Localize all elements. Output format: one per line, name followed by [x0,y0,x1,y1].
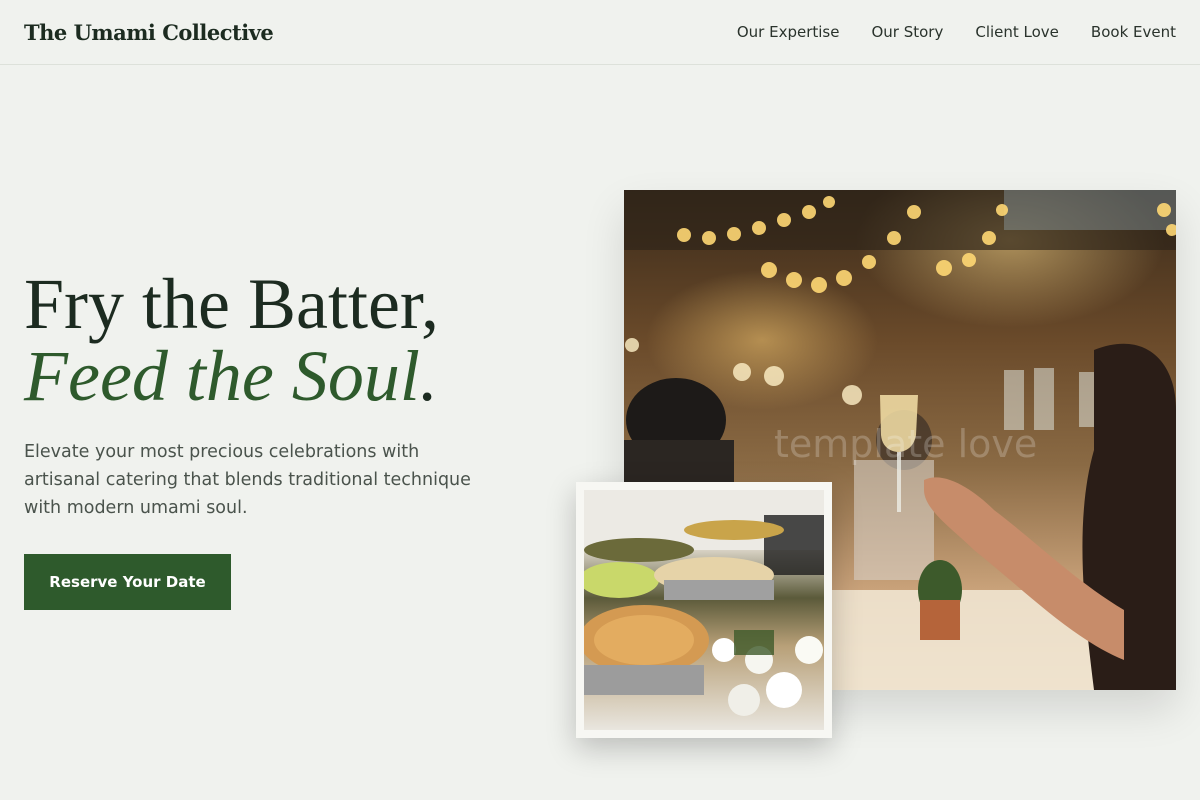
hero-title: Fry the Batter, Feed the Soul. [24,268,584,412]
brand-logo[interactable]: The Umami Collective [24,20,274,45]
main-nav: Our Expertise Our Story Client Love Book… [737,23,1176,41]
buffet-photo-frame [576,482,832,738]
buffet-photo-illustration [584,490,824,716]
nav-client-love[interactable]: Client Love [975,23,1059,41]
buffet-food-photo [584,490,824,730]
hero-title-line2: Feed the Soul [24,336,420,416]
hero-title-period: . [419,336,438,416]
photo-watermark: template love [774,422,1038,466]
hero-title-line1: Fry the Batter, [24,264,440,344]
nav-our-expertise[interactable]: Our Expertise [737,23,840,41]
reserve-date-button[interactable]: Reserve Your Date [24,554,231,610]
nav-our-story[interactable]: Our Story [871,23,943,41]
hero-description: Elevate your most precious celebrations … [24,442,471,518]
nav-book-event[interactable]: Book Event [1091,23,1176,41]
site-header: The Umami Collective Our Expertise Our S… [0,0,1200,65]
